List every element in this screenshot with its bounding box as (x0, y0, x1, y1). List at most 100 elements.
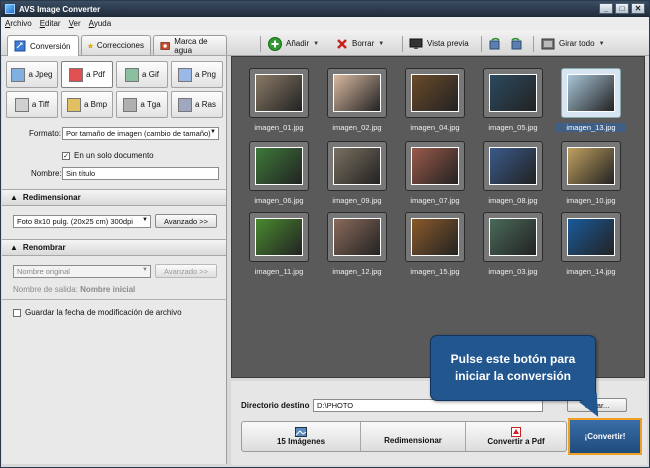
rename-advanced-button[interactable]: Avanzado >> (155, 264, 217, 278)
menu-bar: Archivo Editar Ver Ayuda (1, 17, 649, 30)
format-label: a Jpeg (28, 70, 53, 79)
thumbnail-caption: imagen_08.jpg (488, 196, 538, 205)
format-bmp-button[interactable]: a Bmp (61, 91, 113, 118)
tab-conversion-label: Conversión (30, 41, 71, 51)
preview-label: Vista previa (427, 39, 469, 48)
menu-ayuda[interactable]: Ayuda (89, 19, 112, 28)
keep-date-label: Guardar la fecha de modificación de arch… (25, 308, 182, 317)
thumbnail-image (255, 74, 303, 112)
thumbnail-image (489, 147, 537, 185)
step-convert[interactable]: Convertir a Pdf (466, 422, 566, 451)
image-thumbnail[interactable] (483, 68, 543, 118)
thumbnail-image (567, 218, 615, 256)
image-thumbnail[interactable] (405, 212, 465, 262)
image-thumbnail[interactable] (327, 68, 387, 118)
tab-correcciones[interactable]: Correcciones (81, 35, 151, 55)
name-input[interactable]: Sin título (62, 167, 219, 180)
thumbnail-caption: imagen_10.jpg (566, 196, 616, 205)
format-jpeg-button[interactable]: a Jpeg (6, 61, 58, 88)
rotate-all-icon (541, 38, 555, 49)
format-ras-button[interactable]: a Ras (171, 91, 223, 118)
image-thumbnail[interactable] (405, 141, 465, 191)
rename-section-header[interactable]: ▲ Renombrar (2, 239, 226, 256)
add-label: Añadir (286, 39, 310, 48)
monitor-icon (409, 38, 423, 49)
close-icon[interactable]: ✕ (631, 3, 645, 14)
thumbnail-caption: imagen_07.jpg (410, 196, 460, 205)
gif-icon (125, 67, 140, 82)
format-label: a Tga (140, 100, 161, 109)
add-button[interactable]: Añadir ▼ (268, 35, 319, 52)
tab-conversion[interactable]: Conversión (7, 35, 79, 56)
image-thumbnail[interactable] (405, 68, 465, 118)
star-icon (88, 42, 93, 48)
single-doc-checkbox[interactable]: ✓ (62, 152, 70, 160)
step-resize-label: Redimensionar (384, 436, 442, 445)
format-label: a Bmp (83, 100, 108, 109)
delete-button[interactable]: Borrar ▼ (336, 35, 384, 52)
format-pdf-button[interactable]: a Pdf (61, 61, 113, 88)
image-thumbnail[interactable] (483, 212, 543, 262)
thumbnail-caption: imagen_06.jpg (254, 196, 304, 205)
resize-section-header[interactable]: ▲ Redimensionar (2, 189, 226, 206)
image-thumbnail[interactable] (249, 141, 309, 191)
format-label: a Ras (195, 100, 216, 109)
format-tiff-button[interactable]: a Tiff (6, 91, 58, 118)
chevron-down-icon: ▼ (210, 129, 216, 135)
image-thumbnail[interactable] (561, 212, 621, 262)
rotate-left-button[interactable] (488, 35, 502, 52)
chevron-down-icon: ▼ (313, 40, 320, 47)
divider (2, 299, 226, 300)
resize-advanced-button[interactable]: Avanzado >> (155, 214, 217, 228)
window-title: AVS Image Converter (19, 4, 101, 14)
delete-icon (337, 38, 347, 49)
tga-icon (123, 97, 138, 112)
format-tga-button[interactable]: a Tga (116, 91, 168, 118)
step-images[interactable]: 15 Imágenes (242, 422, 360, 451)
tab-marca-de-agua[interactable]: Marca de agua (153, 35, 227, 55)
convert-button[interactable]: ¡Convertir! (568, 418, 642, 455)
workflow-steps: 15 Imágenes Redimensionar Convertir a Pd… (241, 421, 567, 452)
thumbnail-image (255, 218, 303, 256)
step-resize[interactable]: Redimensionar (361, 422, 465, 451)
thumbnail-image (333, 74, 381, 112)
keep-date-checkbox[interactable] (13, 309, 21, 317)
thumbnail-image (255, 147, 303, 185)
format-png-button[interactable]: a Png (171, 61, 223, 88)
chevron-down-icon: ▼ (378, 40, 385, 47)
toolbar-separator (533, 36, 534, 52)
thumbnail-caption: imagen_01.jpg (254, 123, 304, 132)
rename-preset-select[interactable]: Nombre original ▼ (13, 265, 151, 278)
step-convert-label: Convertir a Pdf (487, 437, 545, 446)
add-icon (268, 36, 282, 51)
format-select[interactable]: Por tamaño de imagen (cambio de tamaño) … (62, 127, 219, 140)
image-thumbnail[interactable] (483, 141, 543, 191)
preview-button[interactable]: Vista previa (409, 35, 469, 52)
format-label-text: Formato: (29, 129, 62, 138)
tooltip-line-2: iniciar la conversión (454, 369, 572, 383)
resize-preset-select[interactable]: Foto 8x10 pulg. (20x25 cm) 300dpi ▼ (13, 215, 151, 228)
pdf-icon (69, 67, 84, 82)
menu-archivo[interactable]: Archivo (5, 19, 32, 28)
destination-value: D:\PHOTO (317, 401, 354, 410)
toolbar-separator (402, 36, 403, 52)
rotate-right-button[interactable] (509, 35, 523, 52)
image-thumbnail[interactable] (561, 141, 621, 191)
rotate-all-button[interactable]: Girar todo ▼ (541, 35, 605, 52)
image-thumbnail[interactable] (249, 212, 309, 262)
format-gif-button[interactable]: a Gif (116, 61, 168, 88)
resize-header-label: Redimensionar (22, 193, 81, 202)
rotate-right-icon (511, 37, 522, 49)
minimize-icon[interactable]: _ (599, 3, 613, 14)
name-input-value: Sin título (66, 169, 96, 178)
thumbnail-image (489, 74, 537, 112)
menu-ver[interactable]: Ver (69, 19, 81, 28)
image-thumbnail[interactable] (327, 141, 387, 191)
title-bar: AVS Image Converter _ □ ✕ (1, 1, 649, 17)
image-thumbnail[interactable] (561, 68, 621, 118)
menu-editar[interactable]: Editar (40, 19, 61, 28)
thumbnail-caption: imagen_12.jpg (332, 267, 382, 276)
image-thumbnail[interactable] (327, 212, 387, 262)
image-thumbnail[interactable] (249, 68, 309, 118)
maximize-icon[interactable]: □ (615, 3, 629, 14)
